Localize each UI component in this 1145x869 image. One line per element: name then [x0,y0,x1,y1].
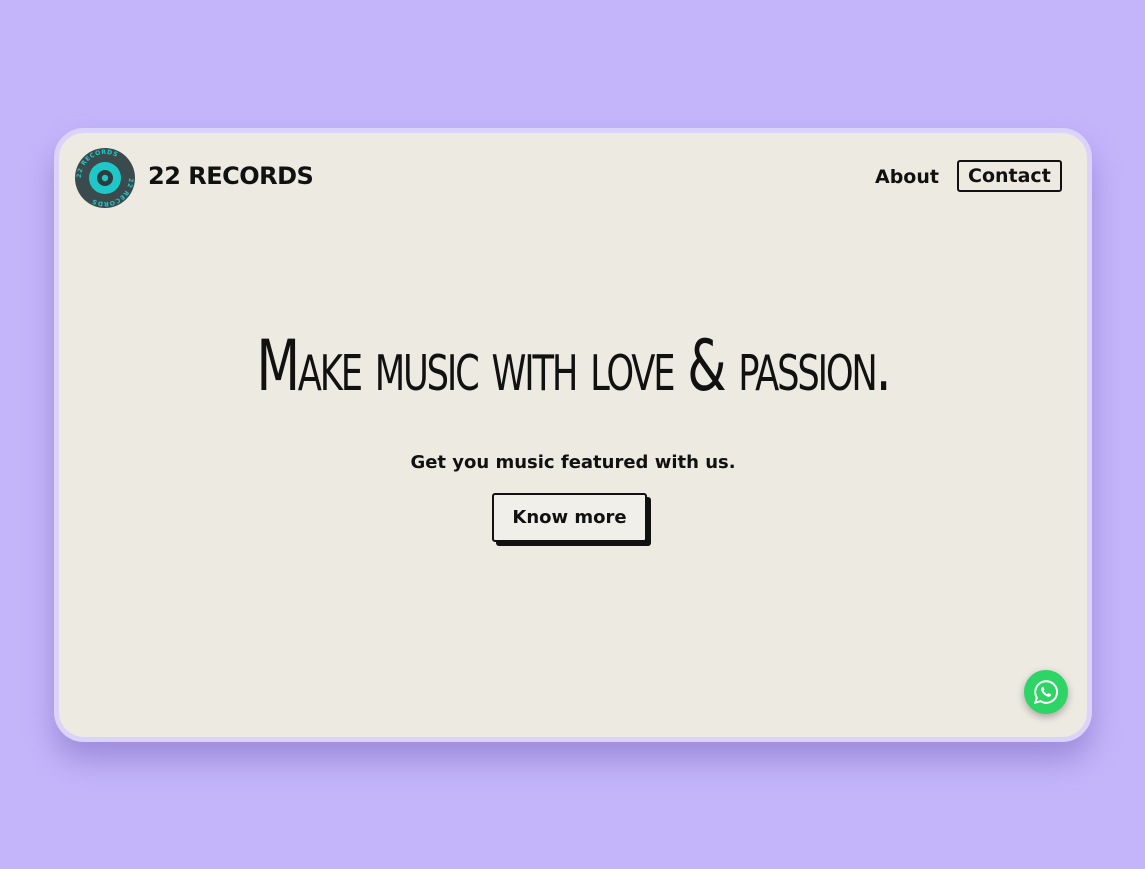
hero-subtitle: Get you music featured with us. [410,452,736,473]
nav-about-link[interactable]: About [875,166,939,188]
hero-title: Make music with love & passion. [256,325,891,407]
whatsapp-button[interactable] [1024,670,1068,714]
whatsapp-icon [1033,680,1058,705]
nav-contact-button[interactable]: Contact [957,160,1062,192]
know-more-button[interactable]: Know more [492,493,647,542]
logo-icon[interactable]: 22 RECORDS 22 RECORDS [74,147,136,209]
brand-name[interactable]: 22 RECORDS [148,162,314,190]
page-card: 22 RECORDS 22 RECORDS 22 RECORDS About C… [54,128,1092,742]
